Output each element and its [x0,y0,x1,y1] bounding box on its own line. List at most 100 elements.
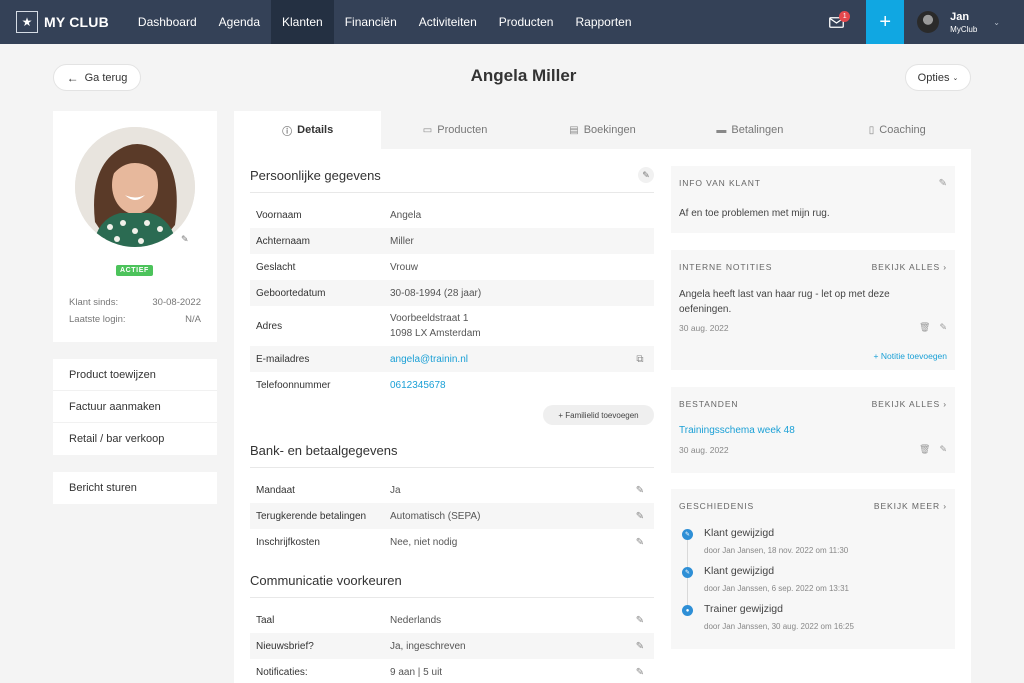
meta-row-member-since: Klant sinds: 30-08-2022 [69,297,201,308]
history-title: Klant gewijzigd [704,527,775,539]
add-note-link[interactable]: + Notitie toevoegen [874,351,947,361]
edit-icon[interactable]: ✎ [939,178,947,189]
trash-icon[interactable]: 🗑 [919,444,930,455]
divider [250,467,654,468]
messages-button[interactable]: 1 [816,0,856,44]
meta-value: N/A [185,314,201,325]
table-row: Nieuwsbrief? Ja, ingeschreven ✎ [250,633,654,659]
section-title-bank: Bank- en betaalgegevens [250,443,398,458]
field-value: Voorbeeldstraat 1 1098 LX Amsterdam [390,311,654,341]
address-line-1: Voorbeeldstraat 1 [390,313,469,324]
edit-icon: ✎ [682,567,693,578]
file-link[interactable]: Trainingsschema week 48 [679,425,795,436]
field-label: Mandaat [256,484,295,496]
profile-card: ✎ ACTIEF Klant sinds: 30-08-2022 Laatste… [53,111,217,342]
edit-icon[interactable]: ✎ [630,615,650,626]
edit-icon[interactable]: ✎ [630,667,650,678]
nav-item-dashboard[interactable]: Dashboard [127,0,208,44]
edit-icon[interactable]: ✎ [939,444,947,455]
action-send-message[interactable]: Bericht sturen [53,472,217,504]
field-label: Geboortedatum [256,287,326,299]
edit-icon[interactable]: ✎ [630,511,650,522]
copy-icon[interactable]: ⧉ [630,354,650,365]
view-more-history-link[interactable]: BEKIJK MEER › [874,501,947,511]
field-label: Inschrijfkosten [256,536,320,548]
table-row: Telefoonnummer 0612345678 [250,372,654,398]
nav-item-klanten[interactable]: Klanten [271,0,334,44]
field-value: Nee, niet nodig [390,536,458,548]
address-line-2: 1098 LX Amsterdam [390,328,481,339]
card-title: BESTANDEN [679,399,739,409]
user-menu[interactable]: Jan MyClub ⌄ [904,11,1024,34]
history-subtitle: door Jan Janssen, 6 sep. 2022 om 13:31 [704,584,849,593]
tab-boekingen[interactable]: ▤ Boekingen [529,111,676,149]
nav-item-rapporten[interactable]: Rapporten [564,0,642,44]
user-org: MyClub [950,24,978,34]
logo[interactable]: ★ MY CLUB [16,11,109,33]
action-retail-sale[interactable]: Retail / bar verkoop [53,423,217,455]
customer-info-card: INFO VAN KLANT ✎ Af en toe problemen met… [671,166,955,233]
field-value: 9 aan | 5 uit [390,666,443,678]
add-button[interactable]: + [866,0,905,44]
edit-icon[interactable]: ✎ [939,322,947,333]
star-icon: ★ [16,11,38,33]
edit-photo-icon[interactable]: ✎ [181,234,189,245]
file-date: 30 aug. 2022 [679,445,729,455]
top-navbar: ★ MY CLUB Dashboard Agenda Klanten Finan… [0,0,1024,44]
add-family-member-button[interactable]: + Familielid toevoegen [543,405,654,425]
edit-icon: ✎ [642,169,650,180]
chevron-down-icon: ⌄ [993,17,1000,27]
table-row: Adres Voorbeeldstraat 1 1098 LX Amsterda… [250,306,654,346]
user-avatar [917,11,940,33]
customer-info-text: Af en toe problemen met mijn rug. [679,208,830,219]
email-link[interactable]: angela@trainin.nl [390,352,630,367]
field-label: Taal [256,614,275,626]
chevron-down-icon: ⌄ [952,74,959,82]
field-label: Nieuwsbrief? [256,640,314,652]
section-title-communication: Communicatie voorkeuren [250,573,402,588]
trash-icon[interactable]: 🗑 [919,322,930,333]
tab-producten[interactable]: ▭ Producten [381,111,528,149]
nav-item-activiteiten[interactable]: Activiteiten [408,0,488,44]
tab-label: Producten [437,124,488,136]
table-row: Taal Nederlands ✎ [250,607,654,633]
unread-badge: 1 [839,11,851,22]
tab-label: Details [297,124,334,136]
card-title: INFO VAN KLANT [679,178,761,188]
field-label: Terugkerende betalingen [256,510,367,522]
nav-item-producten[interactable]: Producten [488,0,565,44]
tab-betalingen[interactable]: ▬ Betalingen [676,111,823,149]
action-assign-product[interactable]: Product toewijzen [53,359,217,391]
details-panel: Persoonlijke gegevens ✎ Voornaam Angela … [234,149,971,683]
meta-row-last-login: Laatste login: N/A [69,314,201,325]
card-header: INFO VAN KLANT ✎ [679,178,947,189]
note-text: Angela heeft last van haar rug - let op … [679,289,890,315]
tab-label: Betalingen [731,124,784,136]
edit-icon: ✎ [682,529,693,540]
history-subtitle: door Jan Janssen, 30 aug. 2022 om 16:25 [704,622,854,631]
view-all-files-link[interactable]: BEKIJK ALLES › [872,399,947,409]
action-create-invoice[interactable]: Factuur aanmaken [53,391,217,423]
nav-item-financien[interactable]: Financiën [334,0,408,44]
divider [250,192,654,193]
field-value: 30-08-1994 (28 jaar) [390,287,482,299]
table-row: Notificaties: 9 aan | 5 uit ✎ [250,659,654,683]
credit-card-icon: ▬ [716,124,727,136]
table-row: Voornaam Angela [250,202,654,228]
note-actions: 🗑 ✎ [919,322,947,333]
edit-icon[interactable]: ✎ [630,641,650,652]
options-button[interactable]: Opties ⌄ [905,64,971,91]
tab-coaching[interactable]: ▯ Coaching [824,111,971,149]
nav-item-agenda[interactable]: Agenda [208,0,271,44]
tab-label: Boekingen [583,124,636,136]
clipboard-icon: ▯ [868,124,875,136]
field-label: Voornaam [256,209,302,221]
internal-notes-card: INTERNE NOTITIES BEKIJK ALLES › Angela h… [671,250,955,370]
tab-details[interactable]: ⓘ Details [234,111,382,149]
view-all-notes-link[interactable]: BEKIJK ALLES › [872,262,947,272]
edit-icon[interactable]: ✎ [630,537,650,548]
edit-icon[interactable]: ✎ [630,485,650,496]
phone-link[interactable]: 0612345678 [390,378,654,393]
table-row: Terugkerende betalingen Automatisch (SEP… [250,503,654,529]
edit-personal-button[interactable]: ✎ [638,167,654,183]
